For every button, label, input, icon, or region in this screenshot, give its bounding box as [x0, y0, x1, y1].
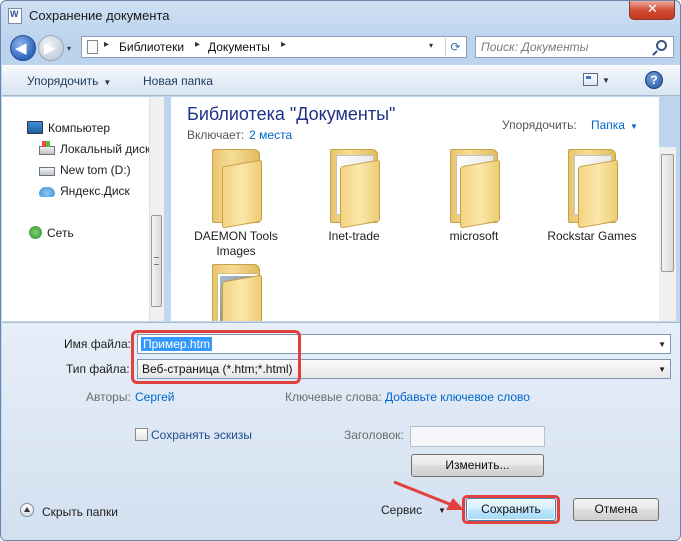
folder-item-microsoft[interactable]: microsoft	[419, 145, 529, 244]
cancel-button[interactable]: Отмена	[573, 498, 659, 521]
address-bar[interactable]: ▸ Библиотеки ▸ Документы ▸ ▾ ⟳	[81, 36, 467, 58]
window-title: Сохранение документа	[29, 8, 170, 23]
folder-icon	[206, 145, 266, 229]
recent-locations-dropdown-icon[interactable]: ▾	[67, 44, 71, 53]
library-includes: Включает: 2 места	[187, 128, 292, 142]
save-thumbnails-checkbox[interactable]	[135, 428, 148, 441]
folder-item-pictures[interactable]	[181, 260, 291, 321]
breadcrumb-libraries[interactable]: Библиотеки	[119, 40, 184, 54]
navigation-pane: Компьютер Локальный диск New tom (D:) Ян…	[2, 97, 164, 321]
breadcrumb-separator-icon[interactable]: ▸	[104, 39, 109, 50]
file-list-pane: Библиотека "Документы" Включает: 2 места …	[171, 97, 676, 321]
breadcrumb-separator-icon[interactable]: ▸	[195, 39, 200, 50]
authors-label: Авторы:	[86, 390, 131, 404]
save-button-highlight	[462, 495, 560, 524]
folder-name: DAEMON Tools Images	[194, 229, 278, 258]
back-button[interactable]: ◀	[10, 35, 36, 61]
filename-dropdown-icon[interactable]: ▼	[658, 340, 666, 349]
sidebar-item-new-tom-d[interactable]: New tom (D:)	[39, 163, 131, 181]
save-details-panel: Имя файла: Пример.htm ▼ Тип файла: Веб-с…	[2, 322, 680, 540]
sidebar-item-local-disk[interactable]: Локальный диск	[39, 141, 151, 160]
folder-name: microsoft	[449, 229, 499, 243]
folder-item-inet-trade[interactable]: Inet-trade	[299, 145, 409, 244]
folder-documents-icon	[324, 145, 384, 229]
cloud-icon	[39, 187, 55, 197]
organize-label: Упорядочить	[27, 74, 99, 88]
folder-name: Rockstar Games	[547, 229, 637, 243]
forward-arrow-icon: ▶	[44, 39, 56, 57]
breadcrumb-documents[interactable]: Документы	[208, 40, 270, 54]
save-dialog-window: Сохранение документа ✕ ◀ ▶ ▾ ▸ Библиотек…	[0, 0, 681, 541]
new-folder-button[interactable]: Новая папка	[143, 74, 213, 88]
authors-value[interactable]: Сергей	[135, 390, 175, 404]
search-input[interactable]	[481, 39, 651, 55]
chevron-down-icon: ▼	[103, 78, 112, 87]
change-button[interactable]: Изменить...	[411, 454, 544, 477]
navigation-scrollbar-thumb[interactable]	[151, 215, 162, 307]
folder-pictures-icon	[206, 260, 266, 321]
change-view-icon[interactable]	[583, 73, 598, 86]
file-list-scrollbar-thumb[interactable]	[661, 154, 674, 272]
network-icon	[29, 226, 42, 239]
close-button[interactable]: ✕	[629, 1, 675, 20]
folder-item-daemon-tools-images[interactable]: DAEMON Tools Images	[181, 145, 291, 259]
folder-item-rockstar-games[interactable]: Rockstar Games	[537, 145, 647, 244]
sidebar-item-label: New tom (D:)	[60, 163, 131, 177]
heading-input	[410, 426, 545, 447]
folder-documents-icon	[562, 145, 622, 229]
search-box[interactable]	[475, 36, 674, 58]
chevron-down-icon: ▼	[629, 122, 638, 131]
arrange-by-value: Папка	[591, 118, 625, 132]
includes-locations-link[interactable]: 2 места	[249, 128, 292, 142]
search-icon[interactable]	[656, 40, 667, 51]
keywords-label: Ключевые слова:	[285, 390, 382, 404]
address-history-dropdown-icon[interactable]: ▾	[429, 41, 433, 50]
breadcrumb-separator-icon[interactable]: ▸	[281, 39, 286, 50]
sidebar-item-label: Яндекс.Диск	[60, 184, 130, 198]
command-bar: Упорядочить ▼ Новая папка ▼ ?	[2, 65, 680, 96]
close-icon: ✕	[647, 2, 658, 17]
view-options-dropdown-icon[interactable]: ▼	[602, 76, 610, 85]
library-icon	[87, 40, 98, 54]
disk-icon	[39, 167, 55, 176]
includes-label: Включает:	[187, 128, 245, 142]
sidebar-item-yandex-disk[interactable]: Яндекс.Диск	[39, 184, 130, 202]
word-document-icon	[8, 8, 22, 24]
library-title: Библиотека "Документы"	[187, 104, 396, 124]
forward-button[interactable]: ▶	[38, 35, 64, 61]
filename-label: Имя файла:	[64, 337, 131, 351]
computer-icon	[27, 121, 43, 134]
help-icon[interactable]: ?	[645, 71, 663, 89]
filetype-label: Тип файла:	[66, 362, 130, 376]
folder-name: Inet-trade	[328, 229, 380, 243]
sidebar-item-label: Локальный диск	[60, 142, 151, 156]
organize-button[interactable]: Упорядочить ▼	[27, 74, 111, 88]
filetype-dropdown-icon[interactable]: ▼	[658, 365, 666, 374]
back-arrow-icon: ◀	[15, 39, 27, 57]
arrange-by-label: Упорядочить:	[502, 118, 577, 132]
collapse-up-icon[interactable]	[20, 503, 34, 517]
save-thumbnails-label[interactable]: Сохранять эскизы	[151, 428, 252, 442]
folder-documents-icon	[444, 145, 504, 229]
hide-folders-button[interactable]: Скрыть папки	[42, 505, 118, 519]
filename-filetype-highlight	[131, 330, 301, 384]
arrange-by-dropdown[interactable]: Папка ▼	[591, 118, 638, 132]
pointer-arrow-icon	[393, 480, 464, 510]
sidebar-item-computer[interactable]: Компьютер	[27, 121, 110, 139]
heading-label: Заголовок:	[344, 428, 404, 442]
sidebar-item-label: Компьютер	[48, 121, 111, 135]
sidebar-item-label: Сеть	[47, 226, 74, 240]
system-disk-icon	[39, 141, 55, 155]
title-bar[interactable]: Сохранение документа ✕	[1, 1, 680, 31]
sidebar-item-network[interactable]: Сеть	[29, 226, 74, 244]
refresh-icon[interactable]: ⟳	[445, 38, 465, 56]
keywords-value[interactable]: Добавьте ключевое слово	[385, 390, 530, 404]
